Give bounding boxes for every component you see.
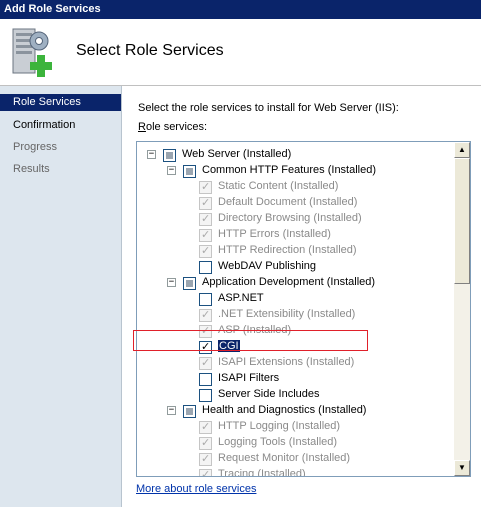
tree-row[interactable]: ✓ Static Content (Installed) — [137, 179, 437, 195]
main-pane: Select the role services to install for … — [122, 86, 481, 507]
tree-row[interactable]: ✓ Logging Tools (Installed) — [137, 435, 437, 451]
tree-checkbox: ✓ — [199, 357, 212, 370]
check-mark-icon: ✓ — [201, 357, 211, 369]
tree-row[interactable]: ✓ Default Document (Installed) — [137, 195, 437, 211]
check-mark-icon: ✓ — [201, 197, 211, 209]
tree-row[interactable]: Server Side Includes — [137, 387, 437, 403]
scrollbar-track[interactable] — [454, 284, 470, 460]
tree-row[interactable]: ✓ Request Monitor (Installed) — [137, 451, 437, 467]
tree-checkbox[interactable] — [199, 373, 212, 386]
tree-item-label: Static Content (Installed) — [218, 180, 339, 192]
tree-item-label: HTTP Logging (Installed) — [218, 420, 341, 432]
window-title: Add Role Services — [0, 0, 481, 19]
check-mark-icon: ✓ — [201, 181, 211, 193]
tree-item-label: Health and Diagnostics (Installed) — [202, 404, 367, 416]
tree-collapse-icon[interactable]: − — [167, 166, 176, 175]
check-mark-icon: ✓ — [201, 213, 211, 225]
nav-item-confirmation[interactable]: Confirmation — [0, 117, 121, 134]
server-roles-add-icon — [12, 28, 52, 77]
tree-checkbox: ✓ — [199, 421, 212, 434]
role-services-tree[interactable]: − Web Server (Installed) − Common HTTP Feat… — [136, 141, 471, 477]
tree-item-label: Common HTTP Features (Installed) — [202, 164, 377, 176]
tree-checkbox: ✓ — [199, 437, 212, 450]
nav-item-role-services[interactable]: Role Services — [0, 94, 121, 111]
tree-item-label: ISAPI Filters — [218, 372, 280, 384]
tree-item-label: .NET Extensibility (Installed) — [218, 308, 356, 320]
tree-row[interactable]: ✓ HTTP Errors (Installed) — [137, 227, 437, 243]
nav-item-progress: Progress — [13, 141, 58, 153]
tree-item-label: Logging Tools (Installed) — [218, 436, 338, 448]
scrollbar-thumb[interactable] — [454, 158, 470, 284]
tree-checkbox[interactable] — [183, 165, 196, 178]
tree-row[interactable]: ISAPI Filters — [137, 371, 437, 387]
tree-checkbox: ✓ — [199, 213, 212, 226]
role-services-label-rest: ole services: — [145, 121, 208, 133]
tree-item-label: HTTP Errors (Installed) — [218, 228, 331, 240]
more-about-role-services-link[interactable]: More about role services — [136, 483, 256, 495]
tree-content: − Web Server (Installed) − Common HTTP Feat… — [137, 142, 454, 476]
scroll-up-arrow-icon[interactable]: ▲ — [454, 142, 470, 158]
tree-row[interactable]: ✓ HTTP Logging (Installed) — [137, 419, 437, 435]
tree-checkbox[interactable] — [199, 261, 212, 274]
check-mark-icon: ✓ — [201, 229, 211, 241]
tree-row[interactable]: ✓ ISAPI Extensions (Installed) — [137, 355, 437, 371]
check-mark-icon: ✓ — [201, 245, 211, 257]
tree-checkbox[interactable] — [183, 277, 196, 290]
wizard-steps-pane: Role Services Confirmation Progress Resu… — [0, 86, 122, 507]
tree-row[interactable]: ✓ HTTP Redirection (Installed) — [137, 243, 437, 259]
tree-row[interactable]: ✓ Directory Browsing (Installed) — [137, 211, 437, 227]
check-mark-icon: ✓ — [201, 469, 211, 476]
tree-item-label: Request Monitor (Installed) — [218, 452, 351, 464]
tree-row[interactable]: − Common HTTP Features (Installed) — [137, 163, 437, 179]
role-services-label: Role services: — [138, 121, 207, 133]
tree-row[interactable]: WebDAV Publishing — [137, 259, 437, 275]
tree-row[interactable]: ASP.NET — [137, 291, 437, 307]
tree-row[interactable]: ✓ .NET Extensibility (Installed) — [137, 307, 437, 323]
tree-checkbox[interactable] — [163, 149, 176, 162]
cgi-highlight-annotation — [133, 330, 368, 351]
tree-checkbox[interactable] — [199, 293, 212, 306]
wizard-header: Select Role Services — [0, 19, 481, 86]
tree-item-label: Directory Browsing (Installed) — [218, 212, 362, 224]
tree-checkbox: ✓ — [199, 309, 212, 322]
tree-collapse-icon[interactable]: − — [167, 406, 176, 415]
vertical-scrollbar[interactable]: ▲ ▼ — [454, 142, 470, 476]
tree-item-label: ASP.NET — [218, 292, 264, 304]
tree-checkbox: ✓ — [199, 245, 212, 258]
instruction-text: Select the role services to install for … — [138, 102, 399, 114]
check-mark-icon: ✓ — [201, 437, 211, 449]
page-title: Select Role Services — [76, 42, 224, 59]
tree-row[interactable]: − Web Server (Installed) — [137, 147, 437, 163]
tree-checkbox[interactable] — [199, 389, 212, 402]
tree-collapse-icon[interactable]: − — [147, 150, 156, 159]
tree-collapse-icon[interactable]: − — [167, 278, 176, 287]
tree-checkbox[interactable] — [183, 405, 196, 418]
tree-checkbox: ✓ — [199, 197, 212, 210]
tree-checkbox: ✓ — [199, 181, 212, 194]
tree-row[interactable]: ✓ Tracing (Installed) — [137, 467, 437, 476]
tree-item-label: ISAPI Extensions (Installed) — [218, 356, 355, 368]
tree-item-label: Server Side Includes — [218, 388, 320, 400]
tree-item-label: WebDAV Publishing — [218, 260, 317, 272]
scroll-down-arrow-icon[interactable]: ▼ — [454, 460, 470, 476]
tree-item-label: Default Document (Installed) — [218, 196, 358, 208]
tree-checkbox: ✓ — [199, 453, 212, 466]
nav-item-results: Results — [13, 163, 50, 175]
check-mark-icon: ✓ — [201, 421, 211, 433]
check-mark-icon: ✓ — [201, 309, 211, 321]
tree-checkbox: ✓ — [199, 469, 212, 476]
tree-row[interactable]: − Health and Diagnostics (Installed) — [137, 403, 437, 419]
role-services-label-mnemonic: R — [138, 121, 146, 133]
tree-item-label: HTTP Redirection (Installed) — [218, 244, 357, 256]
tree-row[interactable]: − Application Development (Installed) — [137, 275, 437, 291]
tree-item-label: Tracing (Installed) — [218, 468, 306, 476]
check-mark-icon: ✓ — [201, 453, 211, 465]
tree-item-label: Web Server (Installed) — [182, 148, 292, 160]
tree-item-label: Application Development (Installed) — [202, 276, 376, 288]
tree-checkbox: ✓ — [199, 229, 212, 242]
